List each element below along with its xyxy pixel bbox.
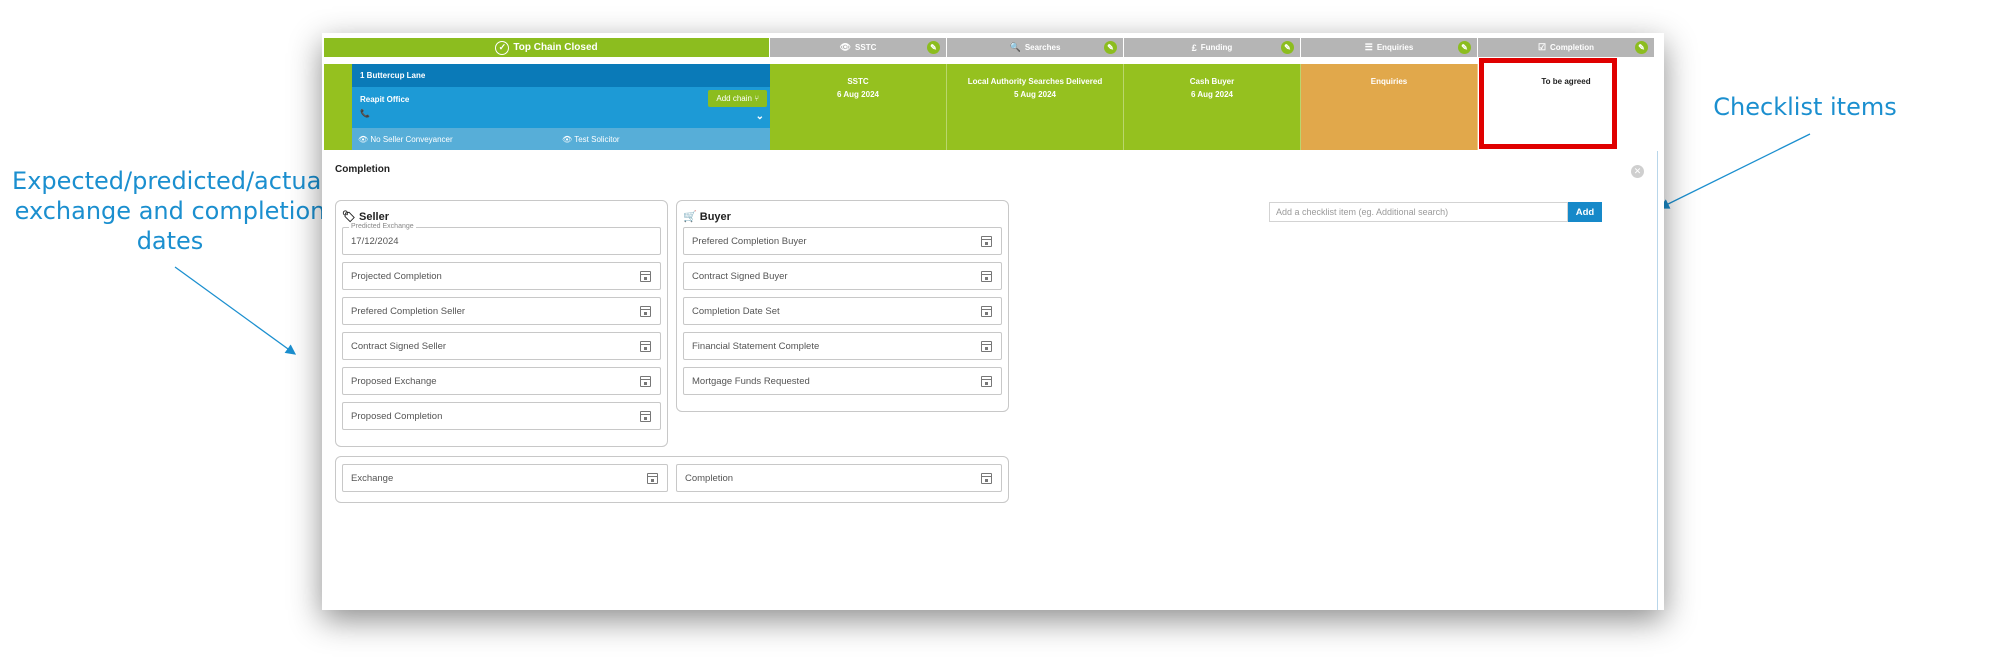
edit-icon[interactable]: ✎ <box>1281 41 1294 54</box>
financial-statement-complete-field[interactable]: Financial Statement Complete <box>683 332 1002 360</box>
predicted-exchange-value: 17/12/2024 <box>351 235 399 247</box>
tab-completion[interactable]: ☑ Completion ✎ <box>1478 38 1655 57</box>
annotation-line-1: Expected/predicted/actual <box>12 167 328 195</box>
check-circle-icon: ✓ <box>495 40 510 55</box>
tab-label: Top Chain Closed <box>513 42 598 53</box>
add-chain-button[interactable]: Add chain ⑂ <box>708 90 767 107</box>
edit-icon[interactable]: ✎ <box>1104 41 1117 54</box>
cart-icon: 🛒 <box>683 211 697 223</box>
eye-icon: 👁 <box>839 42 852 52</box>
mortgage-funds-requested-field[interactable]: Mortgage Funds Requested <box>683 367 1002 395</box>
card-title: Enquiries <box>1370 77 1408 86</box>
calendar-icon[interactable] <box>981 306 992 317</box>
calendar-icon[interactable] <box>647 473 658 484</box>
card-funding[interactable]: Cash Buyer 6 Aug 2024 <box>1124 64 1301 150</box>
proposed-completion-field[interactable]: Proposed Completion <box>342 402 661 430</box>
completion-field[interactable]: Completion <box>676 464 1002 492</box>
pound-icon: £ <box>1191 42 1197 53</box>
close-icon[interactable]: ✕ <box>1631 165 1644 178</box>
card-date: 6 Aug 2024 <box>837 90 879 99</box>
chain-details: 1 Buttercup Lane Reapit Office 📞 Add cha… <box>352 64 770 150</box>
conveyancer-row: 👁 No Seller Conveyancer 👁 Test Solicitor <box>352 128 770 150</box>
tag-icon: 🏷 <box>342 211 356 223</box>
calendar-icon[interactable] <box>640 341 651 352</box>
arrow-to-dates <box>174 266 297 355</box>
annotation-line-2: exchange and completion <box>14 197 326 225</box>
search-icon: 🔍 <box>1009 42 1021 52</box>
calendar-icon[interactable] <box>981 341 992 352</box>
calendar-icon[interactable] <box>640 271 651 282</box>
checklist-input[interactable]: Add a checklist item (eg. Additional sea… <box>1269 202 1568 222</box>
card-title: Local Authority Searches Delivered <box>967 77 1103 86</box>
arrow-to-checklist <box>1658 133 1811 209</box>
tab-label: Enquiries <box>1376 43 1414 52</box>
seller-conveyancer[interactable]: 👁 No Seller Conveyancer <box>352 135 562 144</box>
list-icon: ☰ <box>1364 42 1373 52</box>
tab-searches[interactable]: 🔍 Searches ✎ <box>947 38 1124 57</box>
calendar-icon[interactable] <box>981 473 992 484</box>
prefered-completion-seller-field[interactable]: Prefered Completion Seller <box>342 297 661 325</box>
annotation-dates: Expected/predicted/actual exchange and c… <box>10 166 330 256</box>
calendar-icon[interactable] <box>981 376 992 387</box>
tab-enquiries[interactable]: ☰ Enquiries ✎ <box>1301 38 1478 57</box>
card-enquiries[interactable]: Enquiries <box>1301 64 1478 150</box>
panel-title: Completion <box>335 164 390 175</box>
exchange-field[interactable]: Exchange <box>342 464 668 492</box>
edit-icon[interactable]: ✎ <box>1458 41 1471 54</box>
phone-icon[interactable]: 📞 <box>360 109 370 118</box>
annotation-checklist: Checklist items <box>1713 93 1897 121</box>
progress-cards: 1 Buttercup Lane Reapit Office 📞 Add cha… <box>324 64 1655 150</box>
predicted-exchange-field[interactable]: Predicted Exchange 17/12/2024 <box>342 223 661 255</box>
tab-top-chain-closed[interactable]: ✓ Top Chain Closed <box>324 38 770 57</box>
chain-card: 1 Buttercup Lane Reapit Office 📞 Add cha… <box>324 64 770 150</box>
seller-title: 🏷 Seller <box>342 211 389 223</box>
contract-signed-buyer-field[interactable]: Contract Signed Buyer <box>683 262 1002 290</box>
contract-signed-seller-field[interactable]: Contract Signed Seller <box>342 332 661 360</box>
card-date: 6 Aug 2024 <box>1191 90 1233 99</box>
card-title: SSTC <box>847 77 869 86</box>
card-title: Cash Buyer <box>1189 77 1235 86</box>
tab-sstc[interactable]: 👁 SSTC ✎ <box>770 38 947 57</box>
buyer-title: 🛒 Buyer <box>683 211 731 223</box>
calendar-icon[interactable] <box>640 376 651 387</box>
tab-label: Funding <box>1200 43 1233 52</box>
office-name: Reapit Office <box>360 95 410 104</box>
chevron-down-icon[interactable]: ⌄ <box>756 111 764 122</box>
proposed-exchange-field[interactable]: Proposed Exchange <box>342 367 661 395</box>
calendar-icon[interactable] <box>640 306 651 317</box>
tab-funding[interactable]: £ Funding ✎ <box>1124 38 1301 57</box>
calendar-icon[interactable] <box>981 236 992 247</box>
chain-strip <box>324 64 352 150</box>
calendar-icon[interactable] <box>981 271 992 282</box>
checklist-add-button[interactable]: Add <box>1568 202 1602 222</box>
card-date: 5 Aug 2024 <box>1014 90 1056 99</box>
property-address: 1 Buttercup Lane <box>352 64 770 87</box>
tab-label: Searches <box>1024 43 1061 52</box>
predicted-exchange-label: Predicted Exchange <box>349 223 416 230</box>
projected-completion-field[interactable]: Projected Completion <box>342 262 661 290</box>
tab-label: Completion <box>1550 43 1595 52</box>
progress-tabs: ✓ Top Chain Closed 👁 SSTC ✎ 🔍 Searches ✎… <box>324 38 1655 57</box>
office-row: Reapit Office 📞 Add chain ⑂ ⌄ <box>352 87 770 128</box>
tab-label: SSTC <box>855 43 877 52</box>
buyer-solicitor[interactable]: 👁 Test Solicitor <box>562 135 620 144</box>
prefered-completion-buyer-field[interactable]: Prefered Completion Buyer <box>683 227 1002 255</box>
app-window: ✓ Top Chain Closed 👁 SSTC ✎ 🔍 Searches ✎… <box>322 33 1664 610</box>
calendar-icon[interactable] <box>640 411 651 422</box>
annotation-line-3: dates <box>136 227 204 255</box>
screenshot-stage: Expected/predicted/actual exchange and c… <box>0 0 2000 671</box>
edit-icon[interactable]: ✎ <box>1635 41 1648 54</box>
edit-icon[interactable]: ✎ <box>927 41 940 54</box>
panel-right-border <box>1657 151 1658 610</box>
card-searches[interactable]: Local Authority Searches Delivered 5 Aug… <box>947 64 1124 150</box>
completion-date-set-field[interactable]: Completion Date Set <box>683 297 1002 325</box>
highlight-box <box>1479 58 1617 149</box>
checkbox-icon: ☑ <box>1537 42 1547 52</box>
card-sstc[interactable]: SSTC 6 Aug 2024 <box>770 64 947 150</box>
